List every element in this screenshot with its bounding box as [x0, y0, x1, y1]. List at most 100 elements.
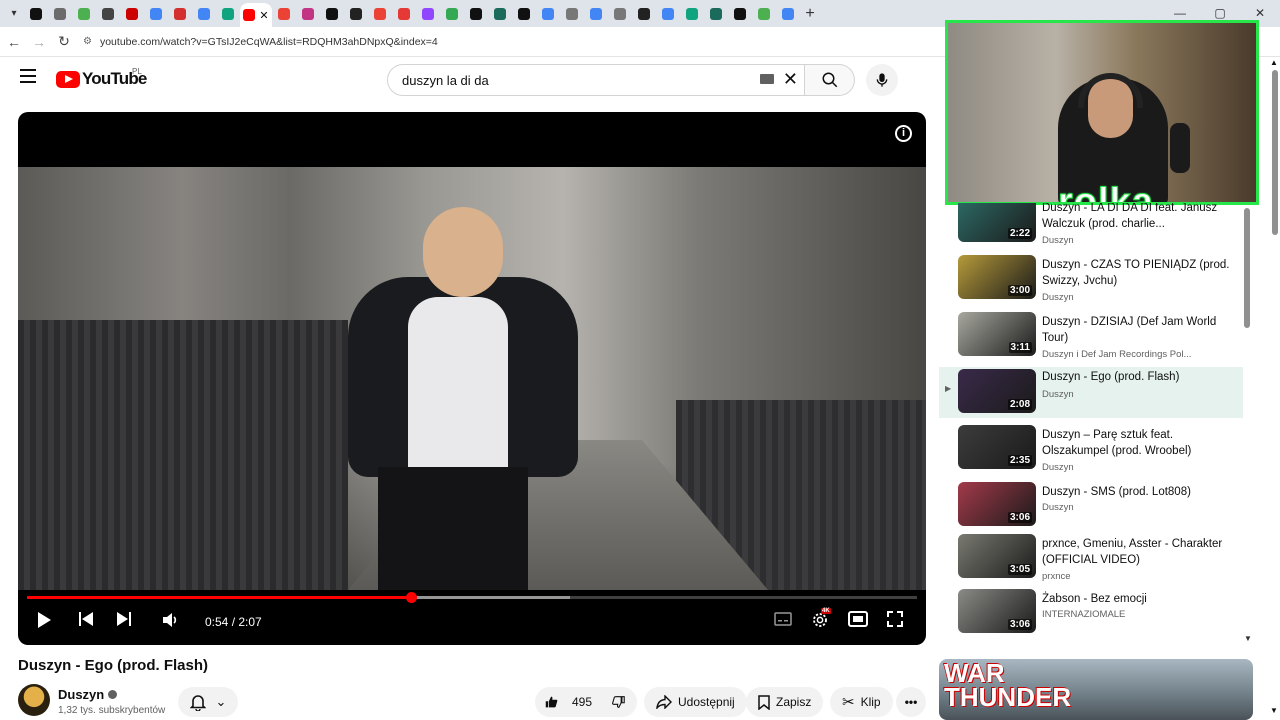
search-input[interactable]	[400, 71, 740, 89]
volume-icon[interactable]	[161, 611, 179, 634]
playlist-thumbnail[interactable]: 3:06	[958, 482, 1036, 526]
browser-tab[interactable]: W	[392, 3, 416, 25]
browser-tab[interactable]: (1	[296, 3, 320, 25]
fullscreen-icon[interactable]	[887, 611, 903, 632]
playlist-scroll-down-icon[interactable]: ▼	[1244, 634, 1252, 643]
theater-mode-icon[interactable]	[848, 611, 868, 632]
url-field[interactable]: youtube.com/watch?v=GTsIJ2eCqWA&list=RDQ…	[100, 36, 438, 48]
new-tab-button[interactable]: +	[800, 5, 820, 23]
browser-tab[interactable]: O	[680, 3, 704, 25]
page-scrollbar[interactable]	[1272, 70, 1278, 235]
browser-tab[interactable]: St	[752, 3, 776, 25]
video-player[interactable]: i 0:54 / 2:07 4K	[18, 112, 926, 645]
ad-banner[interactable]: WAR THUNDER	[939, 659, 1253, 720]
browser-tab[interactable]: Er	[168, 3, 192, 25]
like-count[interactable]: 495	[572, 695, 592, 709]
youtube-logo[interactable]: YouTube PL	[56, 67, 147, 89]
browser-tab[interactable]: Vi	[704, 3, 728, 25]
keyboard-icon[interactable]	[760, 74, 774, 84]
playlist-thumbnail[interactable]: 3:06	[958, 589, 1036, 633]
browser-tab[interactable]: Ti	[24, 3, 48, 25]
notifications-button[interactable]: ⌄	[178, 687, 238, 717]
channel-name-row[interactable]: Duszyn	[58, 687, 118, 702]
menu-icon[interactable]	[20, 69, 36, 83]
playlist-item[interactable]: 2:35 Duszyn – Parę sztuk feat. Olszakumpe…	[939, 423, 1243, 478]
browser-tab[interactable]: St	[72, 3, 96, 25]
browser-tab[interactable]: tz	[776, 3, 800, 25]
playlist-item-title[interactable]: prxnce, Gmeniu, Asster - Charakter (OFFI…	[1042, 536, 1232, 568]
playlist-item-title[interactable]: Duszyn - LA DI DA DI feat. Janusz Walczu…	[1042, 203, 1232, 232]
progress-bar[interactable]	[27, 592, 917, 603]
browser-tab[interactable]: se	[656, 3, 680, 25]
playlist-item-title[interactable]: Duszyn - SMS (prod. Lot808)	[1042, 484, 1232, 500]
previous-icon[interactable]	[78, 611, 94, 632]
playlist-item-title[interactable]: Duszyn - Ego (prod. Flash)	[1042, 369, 1232, 385]
playlist-item[interactable]: 3:11 Duszyn - DZISIAJ (Def Jam World Tour…	[939, 310, 1243, 365]
playlist-thumbnail[interactable]: 2:35	[958, 425, 1036, 469]
playlist-thumbnail[interactable]: 3:11	[958, 312, 1036, 356]
browser-tab[interactable]: (1	[320, 3, 344, 25]
playlist-thumbnail[interactable]: 3:00	[958, 255, 1036, 299]
browser-tab[interactable]: gi	[48, 3, 72, 25]
tab-search-dropdown-icon[interactable]: ▾	[4, 4, 24, 24]
browser-tab[interactable]: la	[192, 3, 216, 25]
browser-tab[interactable]: in	[560, 3, 584, 25]
browser-tab[interactable]: H	[464, 3, 488, 25]
browser-tab[interactable]: C	[368, 3, 392, 25]
browser-tab[interactable]: in	[608, 3, 632, 25]
clip-button[interactable]: ✂ Klip	[830, 687, 893, 717]
browser-tab[interactable]: U	[120, 3, 144, 25]
page-scroll-up-icon[interactable]: ▲	[1270, 58, 1278, 67]
close-tab-icon[interactable]: ✕	[259, 9, 268, 22]
playlist-thumbnail[interactable]: 2:08	[958, 369, 1036, 413]
site-info-icon[interactable]: ⚙	[83, 36, 92, 47]
browser-tab[interactable]: O	[512, 3, 536, 25]
browser-tab[interactable]: w	[632, 3, 656, 25]
video-frame[interactable]	[18, 167, 926, 590]
next-icon[interactable]	[116, 611, 132, 632]
playlist-item[interactable]: 3:05 prxnce, Gmeniu, Asster - Charakter (…	[939, 532, 1243, 587]
back-icon[interactable]: ←	[3, 34, 25, 50]
save-button[interactable]: Zapisz	[746, 687, 824, 717]
subtitles-icon[interactable]	[774, 611, 792, 631]
browser-tab[interactable]: ✕	[240, 3, 272, 27]
channel-avatar[interactable]	[18, 684, 50, 716]
browser-tab[interactable]: Cl	[344, 3, 368, 25]
playlist-item-title[interactable]: Duszyn – Parę sztuk feat. Olszakumpel (p…	[1042, 427, 1232, 459]
scrubber-handle[interactable]	[406, 592, 418, 603]
reload-icon[interactable]: ↻	[53, 33, 75, 50]
browser-tab[interactable]: Ki	[96, 3, 120, 25]
playlist-thumbnail[interactable]: 2:22	[958, 203, 1036, 242]
browser-tab[interactable]: st	[536, 3, 560, 25]
share-button[interactable]: Udostępnij	[644, 687, 747, 717]
playlist-item[interactable]: ▶ 2:08 Duszyn - Ego (prod. Flash) Duszyn	[939, 367, 1243, 418]
browser-tab[interactable]: x	[728, 3, 752, 25]
thumbs-down-icon[interactable]	[612, 694, 625, 710]
playlist-scrollbar[interactable]	[1244, 208, 1250, 328]
browser-tab[interactable]: W	[272, 3, 296, 25]
playlist-item[interactable]: 3:06 Żabson - Bez emocji INTERNAZIOMALE	[939, 587, 1243, 642]
channel-name[interactable]: Duszyn	[58, 687, 104, 702]
browser-tab[interactable]: Ri	[440, 3, 464, 25]
browser-tab[interactable]: Pi	[488, 3, 512, 25]
playlist-item[interactable]: 2:22 Duszyn - LA DI DA DI feat. Janusz Wa…	[939, 203, 1243, 251]
info-icon[interactable]: i	[895, 125, 912, 142]
voice-search-button[interactable]	[866, 64, 898, 96]
play-icon[interactable]	[36, 611, 52, 634]
settings-icon[interactable]: 4K	[811, 608, 831, 634]
playlist-item-title[interactable]: Duszyn - CZAS TO PIENIĄDZ (prod. Swizzy,…	[1042, 257, 1232, 289]
playlist-item[interactable]: 3:06 Duszyn - SMS (prod. Lot808) Duszyn	[939, 480, 1243, 535]
browser-tab[interactable]: Tv	[416, 3, 440, 25]
playlist-item-title[interactable]: Żabson - Bez emocji	[1042, 591, 1232, 607]
browser-tab[interactable]: O	[216, 3, 240, 25]
clear-search-icon[interactable]: ✕	[783, 69, 798, 90]
page-scroll-down-icon[interactable]: ▼	[1270, 706, 1278, 715]
forward-icon[interactable]: →	[28, 34, 50, 50]
playlist-item-title[interactable]: Duszyn - DZISIAJ (Def Jam World Tour)	[1042, 314, 1232, 346]
search-button[interactable]	[805, 64, 855, 96]
thumbs-up-icon[interactable]	[545, 694, 558, 710]
browser-tab[interactable]: bi	[144, 3, 168, 25]
more-actions-button[interactable]: •••	[896, 687, 926, 717]
playlist-item[interactable]: 3:00 Duszyn - CZAS TO PIENIĄDZ (prod. Swi…	[939, 253, 1243, 308]
browser-tab[interactable]: Ri	[584, 3, 608, 25]
